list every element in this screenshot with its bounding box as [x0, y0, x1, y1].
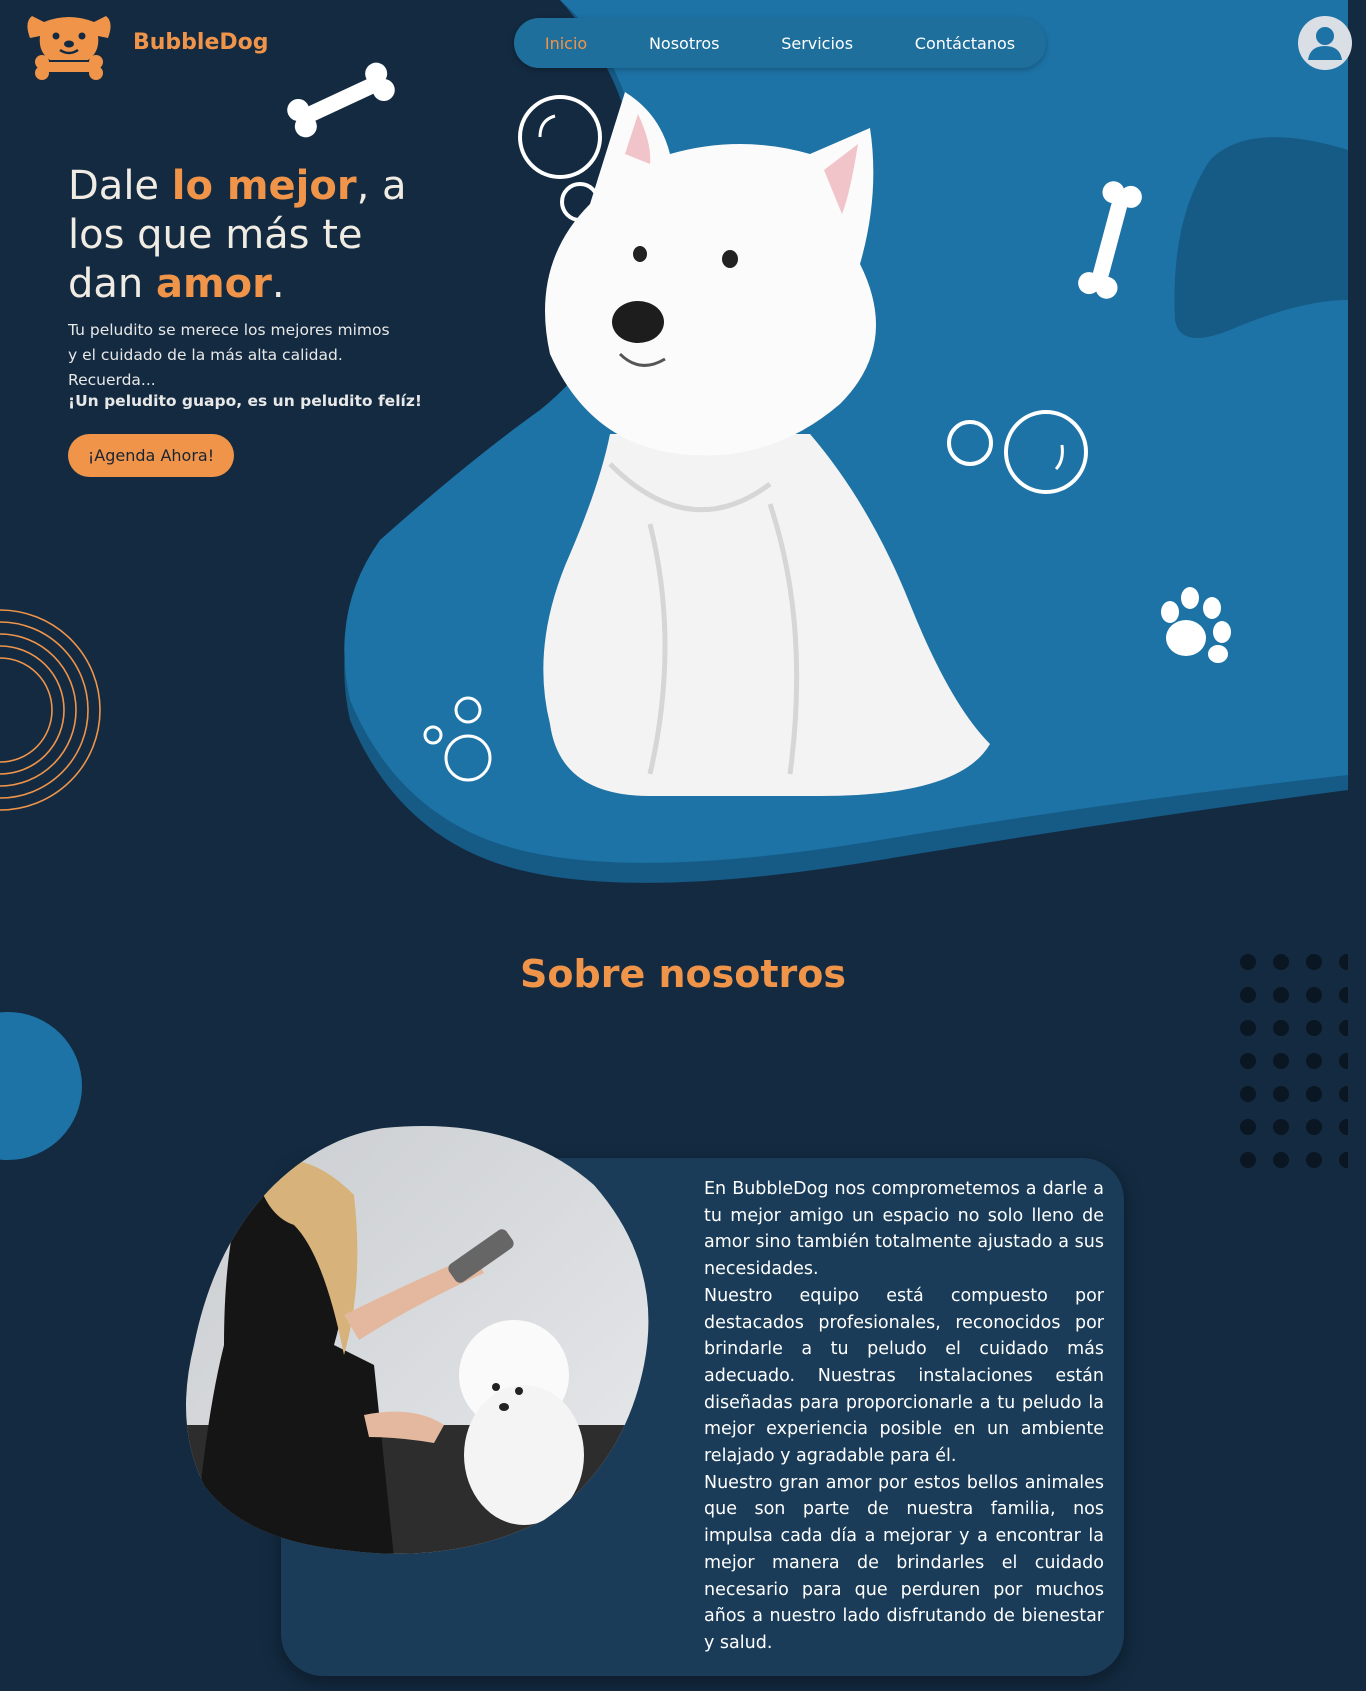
dog-logo-icon[interactable] [26, 12, 112, 80]
hero-title-highlight: lo mejor [171, 163, 357, 209]
section-title-sobre-nosotros: Sobre nosotros [520, 952, 846, 996]
hero-title-text: . [271, 261, 285, 307]
about-paragraph: Nuestro equipo está compuesto por destac… [704, 1285, 1104, 1467]
agenda-ahora-button[interactable]: ¡Agenda Ahora! [68, 434, 234, 477]
user-avatar-icon[interactable] [1298, 16, 1352, 70]
nav-item-servicios[interactable]: Servicios [781, 34, 853, 53]
main-nav: Inicio Nosotros Servicios Contáctanos [514, 18, 1046, 68]
hero-subtitle: Tu peludito se merece los mejores mimos … [68, 318, 428, 393]
groomer-photo [186, 1125, 649, 1554]
about-paragraph: En BubbleDog nos comprometemos a darle a… [704, 1179, 1104, 1280]
blue-circle-decoration [0, 1012, 82, 1160]
nav-item-contactanos[interactable]: Contáctanos [915, 34, 1015, 53]
hero-title: Dale lo mejor, a los que más te dan amor… [68, 162, 428, 309]
about-description: En BubbleDog nos comprometemos a darle a… [704, 1176, 1104, 1657]
brand-name[interactable]: BubbleDog [133, 30, 269, 55]
about-paragraph: Nuestro gran amor por estos bellos anima… [704, 1472, 1104, 1653]
hero-subtitle-line: Recuerda... [68, 371, 156, 389]
hero-tagline: ¡Un peludito guapo, es un peludito felíz… [68, 392, 422, 410]
hero-title-text: Dale [68, 163, 172, 209]
bubble-icon [423, 696, 492, 782]
nav-item-nosotros[interactable]: Nosotros [649, 34, 720, 53]
hero-subtitle-line: Tu peludito se merece los mejores mimos [68, 321, 390, 339]
bone-icon [1078, 181, 1142, 299]
hero-dog-image [543, 92, 990, 796]
paw-icon [1161, 587, 1231, 663]
orange-rings-decoration [0, 609, 101, 811]
hero-title-highlight: amor [155, 261, 272, 307]
hero-subtitle-line: y el cuidado de la más alta calidad. [68, 346, 343, 364]
nav-item-inicio[interactable]: Inicio [545, 34, 587, 53]
bone-icon [287, 62, 395, 138]
